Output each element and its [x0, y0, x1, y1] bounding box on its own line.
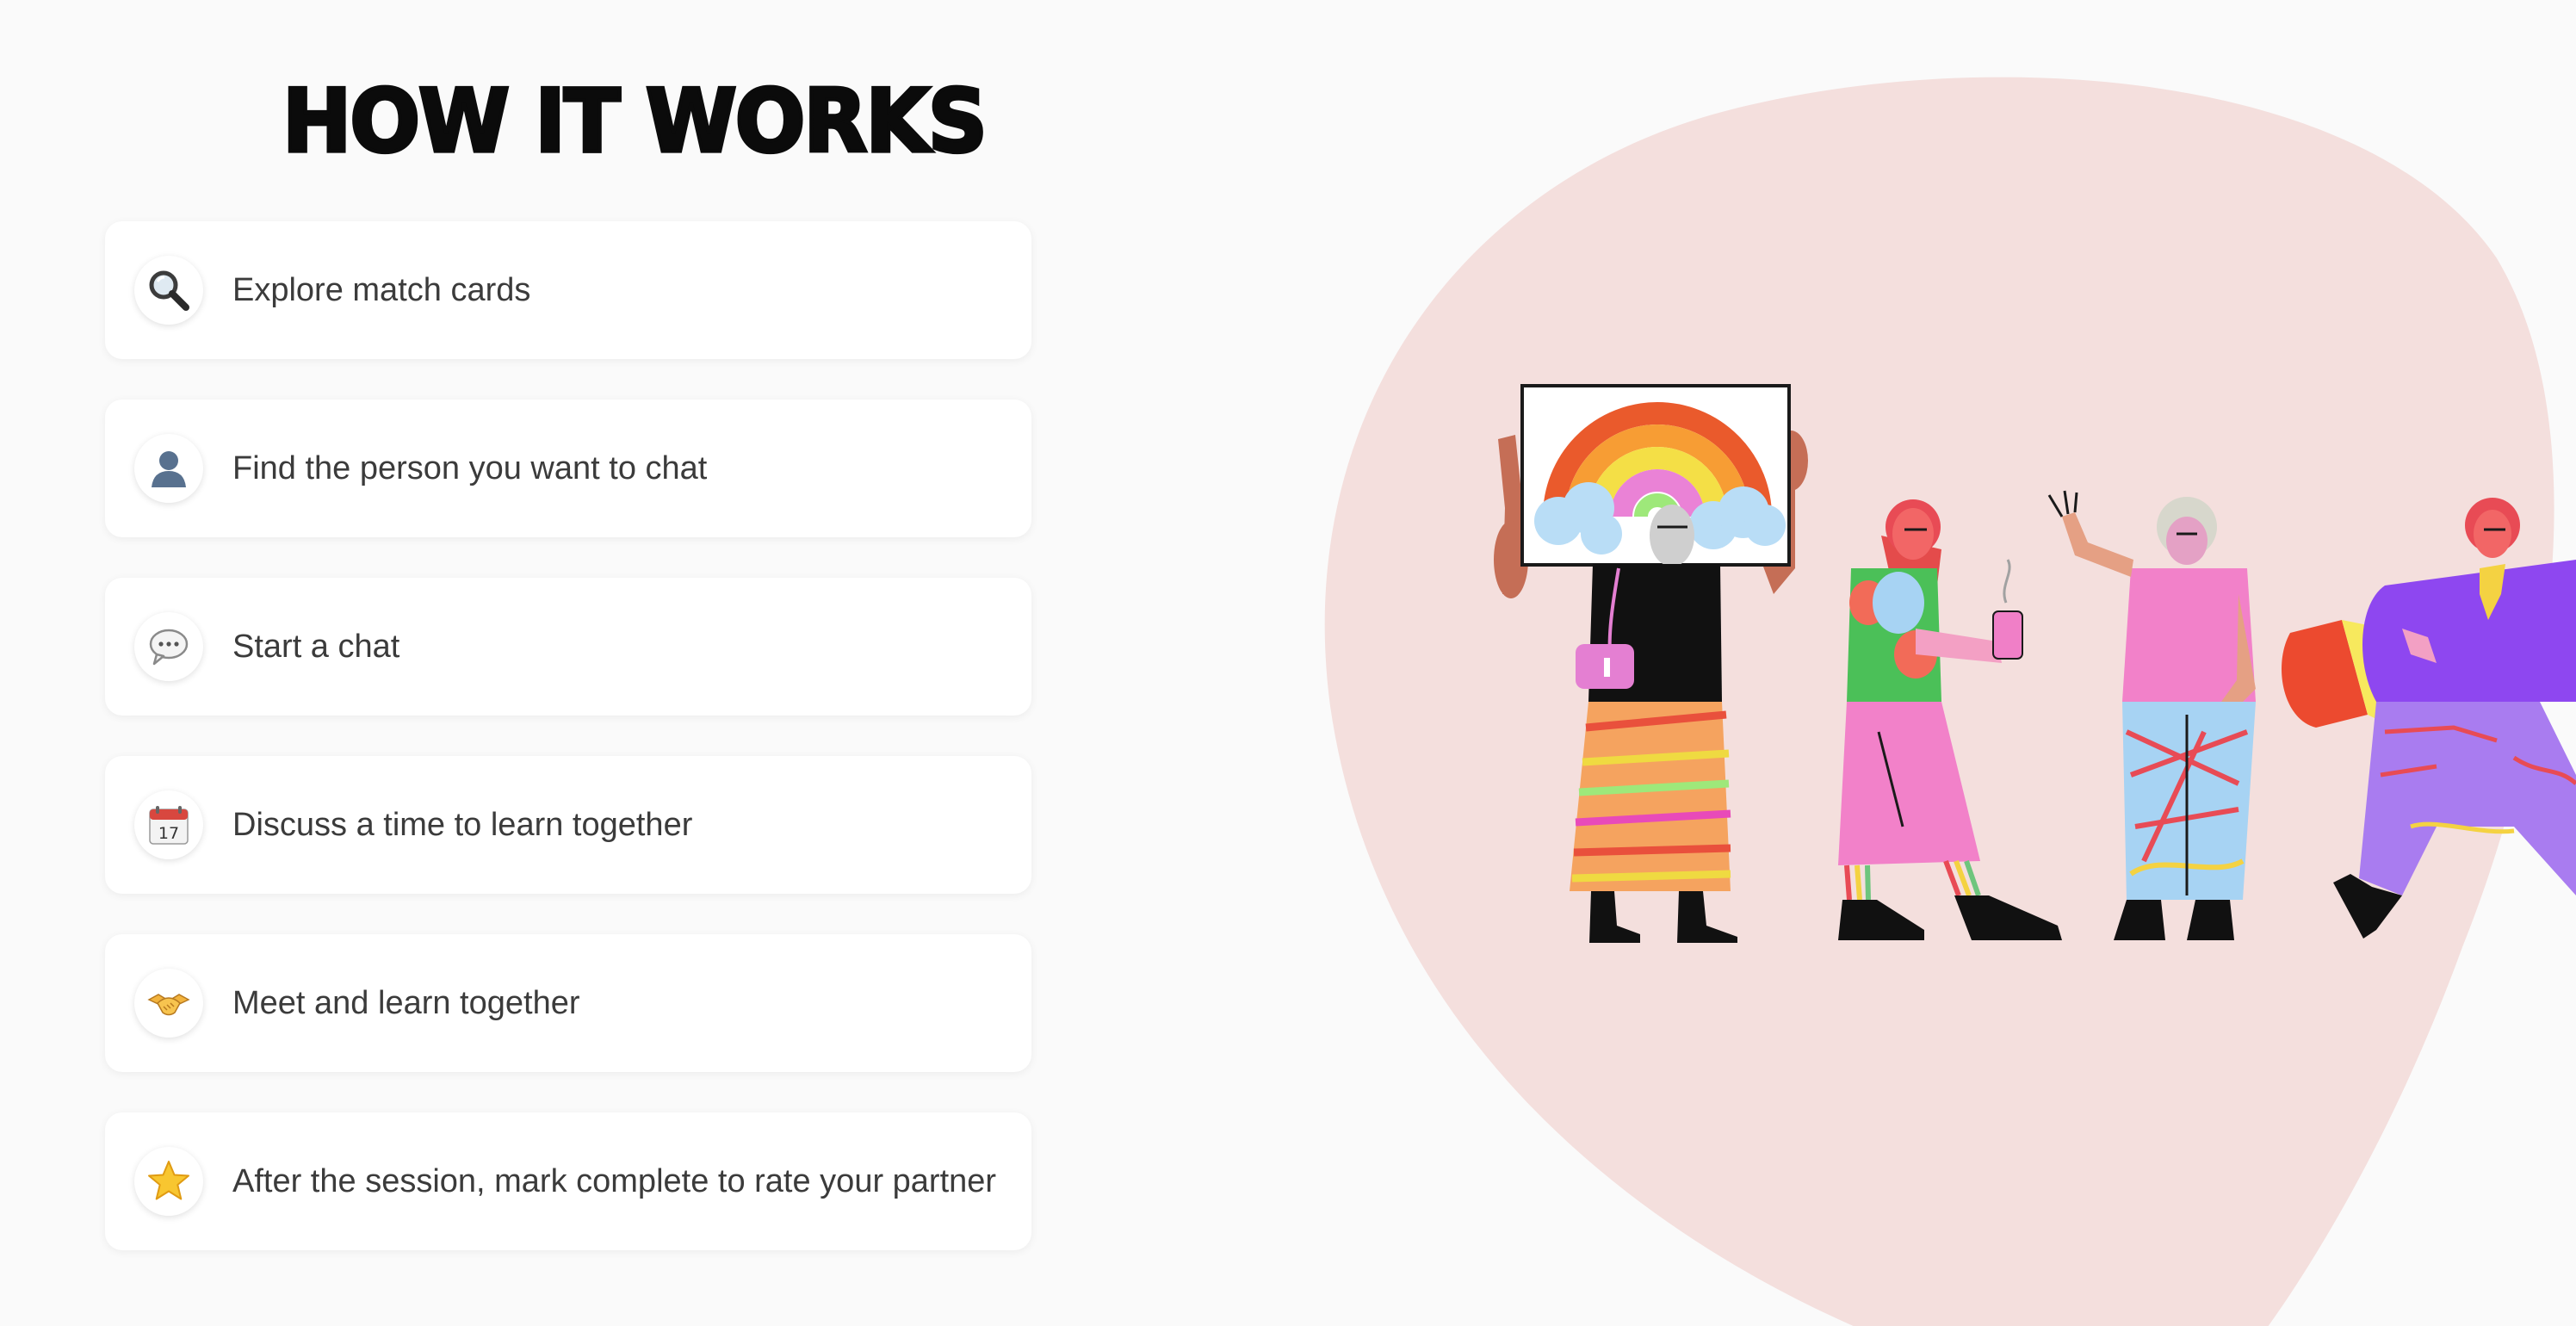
how-it-works-page: HOW IT WORKS Explore match cards Find th… — [0, 0, 2576, 1326]
step-icon-badge — [134, 1147, 203, 1216]
step-card-discuss-time[interactable]: 17 Discuss a time to learn together — [105, 756, 1031, 894]
speech-bubble-icon — [149, 629, 189, 666]
step-icon-badge — [134, 612, 203, 681]
step-card-explore[interactable]: Explore match cards — [105, 221, 1031, 359]
magnifying-glass-icon — [149, 270, 189, 311]
step-icon-badge — [134, 969, 203, 1038]
handshake-icon — [147, 994, 190, 1016]
step-icon-badge: 17 — [134, 790, 203, 859]
page-title: HOW IT WORKS — [281, 70, 989, 173]
people-marching-with-rainbow-sign-illustration — [1324, 77, 2576, 1326]
star-icon — [148, 1161, 189, 1200]
step-icon-badge — [134, 256, 203, 325]
step-label: Explore match cards — [232, 271, 531, 308]
step-label: Start a chat — [232, 628, 400, 665]
step-label: Find the person you want to chat — [232, 449, 708, 486]
calendar-icon: 17 — [149, 806, 189, 845]
step-card-rate-partner[interactable]: After the session, mark complete to rate… — [105, 1112, 1031, 1250]
step-icon-badge — [134, 434, 203, 503]
calendar-day-text: 17 — [158, 824, 179, 843]
step-card-find-person[interactable]: Find the person you want to chat — [105, 400, 1031, 537]
step-label: After the session, mark complete to rate… — [232, 1162, 997, 1199]
step-label: Meet and learn together — [232, 984, 580, 1021]
step-label: Discuss a time to learn together — [232, 806, 693, 843]
step-card-meet-learn[interactable]: Meet and learn together — [105, 934, 1031, 1072]
step-card-start-chat[interactable]: Start a chat — [105, 578, 1031, 716]
person-silhouette-icon — [152, 451, 186, 487]
